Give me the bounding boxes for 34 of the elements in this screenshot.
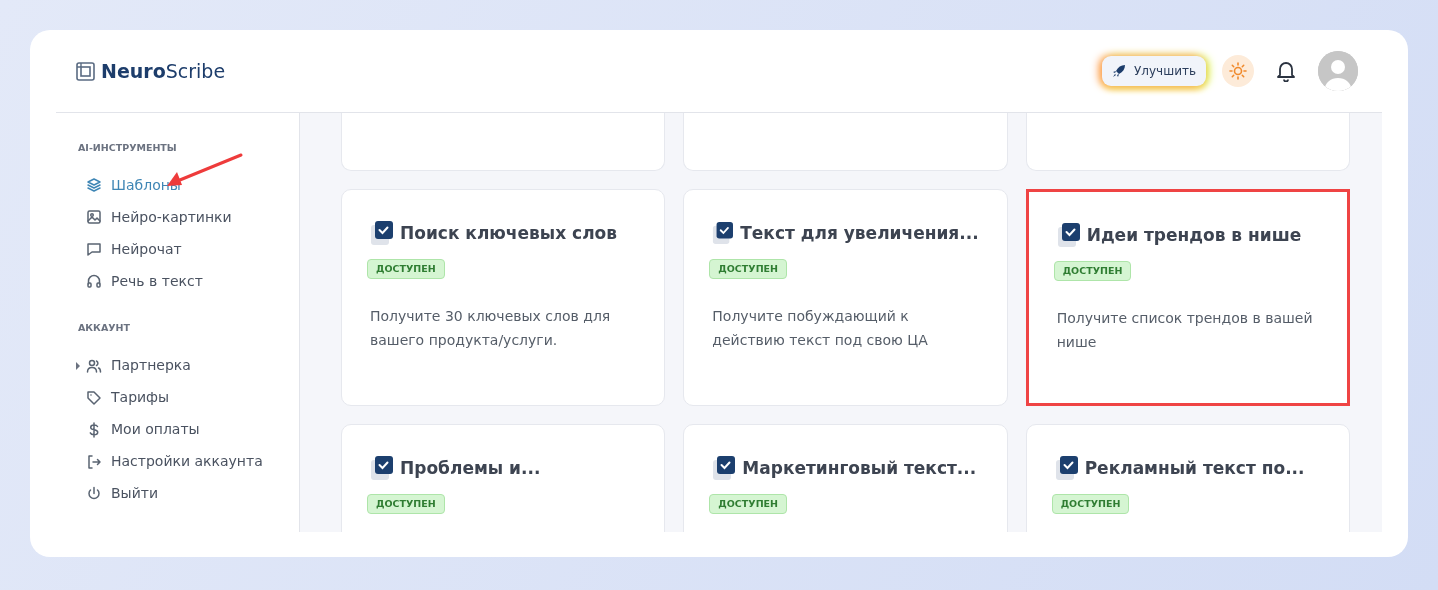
section-heading: АККАУНТ [78,321,131,336]
card-title: Поиск ключевых слов [400,222,618,244]
card-title: Идеи трендов в нише [1086,224,1302,246]
status-badge: ДОСТУПЕН [367,259,445,280]
upgrade-button[interactable]: Улучшить [1102,56,1206,86]
card-title: Проблемы и... [400,457,541,479]
sidebar-item[interactable]: Партнерка [78,349,299,382]
status-badge: ДОСТУПЕН [709,259,788,280]
status-badge: ДОСТУПЕН [1053,261,1132,282]
status-badge: ДОСТУПЕН [709,494,788,515]
template-card[interactable]: Текст для увеличения... ДОСТУПЕН Получите побуждающий к действию текст под свою ЦА [683,189,1008,406]
card-description: Получите побуждающий к действию текст под свою ЦА [712,307,929,351]
sidebar-item[interactable]: Мои оплаты [78,413,299,446]
card-description: Получите список трендов в вашей нише [1056,309,1314,353]
template-card[interactable]: Поиск ключевых слов ДОСТУПЕН Получите 30 ключевых слов для вашего продукта/услуги. [341,189,666,406]
sidebar-item[interactable]: Настройки аккаунта [78,445,299,478]
card-title: Текст для увеличения... [740,222,979,244]
template-card[interactable]: Маркетинговый текст... ДОСТУПЕН [683,424,1008,532]
status-badge: ДОСТУПЕН [1051,494,1130,515]
card-title: Рекламный текст по... [1084,457,1305,479]
template-card[interactable]: Идеи трендов в нише ДОСТУПЕН Получите список трендов в вашей нише [1025,189,1350,406]
sidebar-item[interactable]: Нейрочат [78,233,299,266]
app-logo[interactable]: NeuroScribe [101,56,226,86]
sidebar-item[interactable]: Выйти [78,477,299,510]
status-badge: ДОСТУПЕН [367,494,445,515]
sidebar-item[interactable]: Нейро-картинки [78,201,299,234]
template-card[interactable]: Рекламный текст по... ДОСТУПЕН [1025,424,1350,532]
template-card[interactable]: Проблемы и... ДОСТУПЕН [341,424,666,532]
sidebar-item[interactable]: Тарифы [78,381,299,414]
sidebar-item[interactable]: Речь в текст [78,265,299,298]
section-heading: AI-ИНСТРУМЕНТЫ [78,141,178,155]
card-title: Маркетинговый текст... [742,457,977,479]
card-description: Получите 30 ключевых слов для вашего продукта/услуги. [370,307,612,351]
sidebar-item[interactable]: Шаблоны [78,169,299,202]
